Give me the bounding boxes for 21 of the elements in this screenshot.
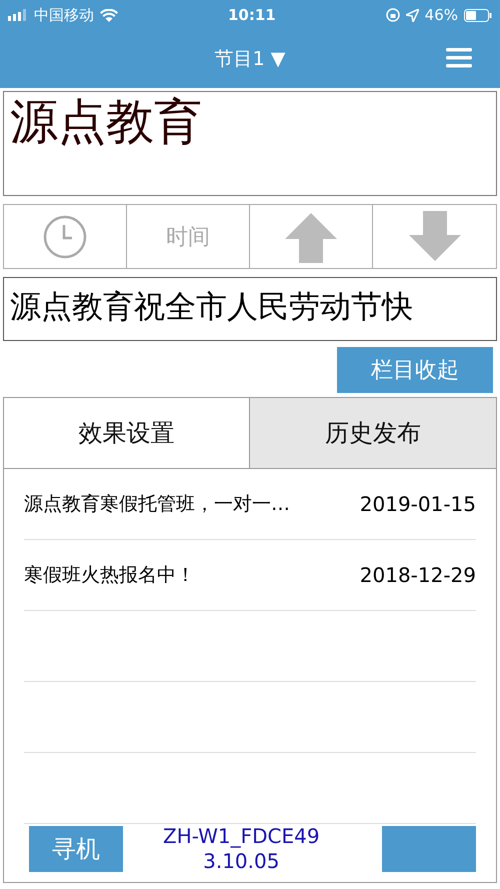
up-arrow-icon bbox=[285, 210, 337, 262]
version-number: 3.10.05 bbox=[202, 849, 280, 874]
rotation-lock-icon bbox=[386, 8, 400, 22]
location-icon bbox=[406, 8, 419, 22]
clock-icon bbox=[42, 214, 88, 260]
device-name: ZH-W1_FDCE49 bbox=[163, 824, 320, 849]
history-title[interactable]: 源点教育寒假托管班，一对一… bbox=[24, 491, 290, 517]
tab[interactable]: 历史发布 bbox=[250, 398, 496, 468]
carrier-name: 中国移动 bbox=[34, 6, 94, 24]
history-title[interactable]: 寒假班火热报名中！ bbox=[24, 562, 195, 588]
banner-title: 源点教育 bbox=[10, 96, 202, 149]
battery-icon bbox=[464, 8, 492, 22]
history-date: 2018-12-29 bbox=[360, 563, 476, 587]
history-date: 2019-01-15 bbox=[360, 492, 476, 516]
clock-time: 10:11 bbox=[228, 6, 276, 24]
signal-icon bbox=[8, 9, 28, 21]
wifi-icon bbox=[100, 8, 118, 22]
down-arrow-icon bbox=[408, 210, 460, 262]
battery-percent: 46% bbox=[424, 6, 458, 24]
menu-icon[interactable] bbox=[446, 48, 472, 68]
marquee-text: 源点教育祝全市人民劳动节快 bbox=[9, 288, 414, 327]
